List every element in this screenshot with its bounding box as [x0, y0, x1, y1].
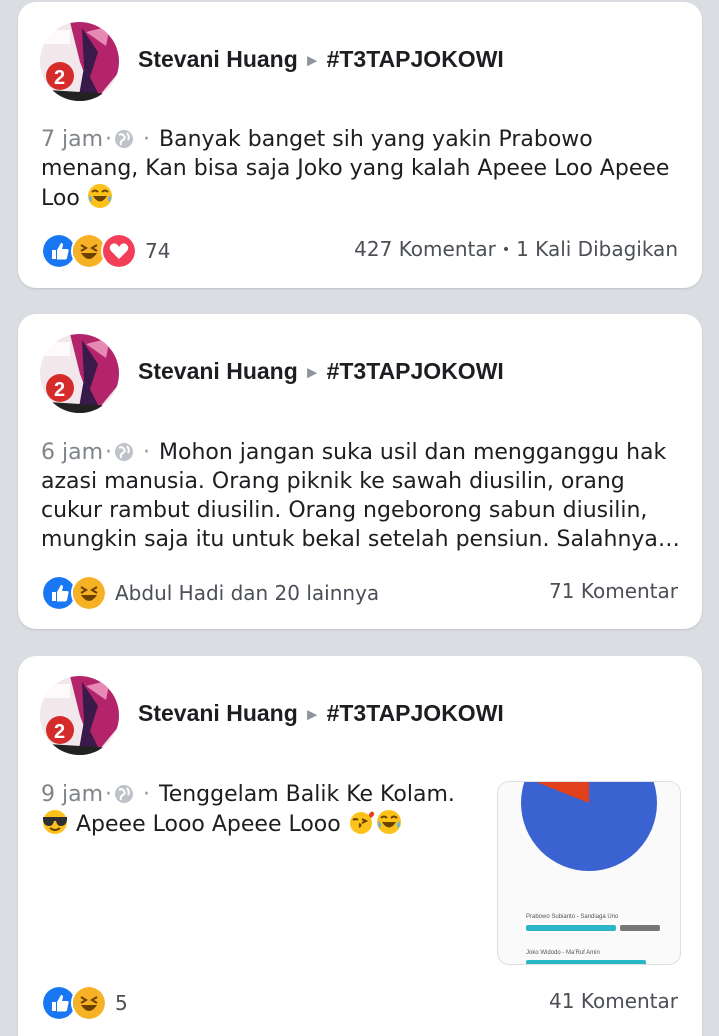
globe-icon	[115, 443, 134, 461]
triangle-arrow-icon: ►	[303, 51, 321, 70]
engagement-stats: 427 Komentar • 1 Kali Dibagikan	[354, 237, 678, 261]
author-avatar[interactable]: 2	[40, 334, 119, 413]
post-footer: 5 41 Komentar	[41, 985, 678, 1021]
post-time[interactable]: 7 jam	[41, 127, 103, 152]
attachment-bar-2	[526, 960, 646, 964]
post-text: 7 jam· · Banyak banget sih yang yakin Pr…	[41, 125, 684, 213]
separator-dot: ·	[105, 127, 113, 152]
post-text: 6 jam· · Mohon jangan suka usil dan meng…	[41, 438, 684, 554]
author-name[interactable]: Stevani Huang	[138, 358, 298, 384]
engagement-stats: 41 Komentar	[549, 989, 678, 1013]
post-card: 2 Stevani Huang ► #T3TAPJOKOWI 7 jam· · Ba…	[18, 2, 702, 288]
post-header: Stevani Huang ► #T3TAPJOKOWI	[138, 358, 504, 385]
group-name[interactable]: #T3TAPJOKOWI	[327, 46, 504, 72]
post-time[interactable]: 6 jam	[41, 440, 103, 465]
attachment-legend-1: Prabowo Subianto - Sandiaga Uno	[526, 914, 619, 920]
comment-count[interactable]: 41 Komentar	[549, 989, 678, 1013]
post-card: 2 Stevani Huang ► #T3TAPJOKOWI 6 jam· · Mo…	[18, 314, 702, 629]
group-name[interactable]: #T3TAPJOKOWI	[327, 700, 504, 726]
svg-text:2: 2	[54, 67, 65, 89]
kissing-heart-emoji-icon	[349, 811, 374, 834]
author-name[interactable]: Stevani Huang	[138, 700, 298, 726]
separator-dot: ·	[136, 782, 157, 807]
separator-dot: ·	[105, 782, 113, 807]
globe-icon	[115, 785, 134, 803]
haha-reaction-icon	[71, 985, 107, 1021]
laughing-tears-emoji-icon	[87, 184, 112, 208]
separator-dot: •	[501, 242, 511, 258]
reaction-names[interactable]: Abdul Hadi dan 20 lainnya	[115, 581, 379, 605]
reaction-count[interactable]: 5	[115, 991, 128, 1015]
triangle-arrow-icon: ►	[303, 705, 321, 724]
comment-count[interactable]: 427 Komentar	[354, 237, 496, 261]
avatar-image: 2	[40, 22, 119, 101]
laughing-tears-emoji-icon	[376, 810, 401, 834]
triangle-arrow-icon: ►	[303, 363, 321, 382]
svg-text:2: 2	[54, 379, 65, 401]
comment-count[interactable]: 71 Komentar	[549, 579, 678, 603]
reaction-summary[interactable]: 5	[41, 985, 128, 1021]
pie-chart-image	[521, 782, 657, 871]
separator-dot: ·	[105, 440, 113, 465]
post-footer: 74 427 Komentar • 1 Kali Dibagikan	[41, 233, 678, 269]
post-time[interactable]: 9 jam	[41, 782, 103, 807]
author-name[interactable]: Stevani Huang	[138, 46, 298, 72]
attached-image-thumbnail[interactable]: Prabowo Subianto - Sandiaga Uno Joko Wid…	[497, 781, 681, 965]
post-body-line1: Tenggelam Balik Ke Kolam.	[159, 782, 455, 807]
separator-dot: ·	[136, 127, 157, 152]
group-name[interactable]: #T3TAPJOKOWI	[327, 358, 504, 384]
post-header: Stevani Huang ► #T3TAPJOKOWI	[138, 700, 504, 727]
author-avatar[interactable]: 2	[40, 22, 119, 101]
engagement-stats: 71 Komentar	[549, 579, 678, 603]
attachment-bar-1	[526, 925, 616, 931]
attachment-legend-2: Joko Widodo - Ma'Ruf Amin	[526, 950, 600, 956]
reaction-summary[interactable]: 74	[41, 233, 170, 269]
share-count[interactable]: 1 Kali Dibagikan	[516, 237, 678, 261]
post-body-line2: Apeee Looo Apeee Looo	[76, 812, 341, 837]
love-reaction-icon	[101, 233, 137, 269]
post-footer: Abdul Hadi dan 20 lainnya 71 Komentar	[41, 575, 678, 611]
avatar-image: 2	[40, 676, 119, 755]
attachment-bar-1b	[620, 925, 660, 931]
separator-dot: ·	[136, 440, 157, 465]
haha-reaction-icon	[71, 575, 107, 611]
post-text: 9 jam· · Tenggelam Balik Ke Kolam. Apeee…	[41, 780, 472, 839]
sunglasses-emoji-icon	[43, 810, 67, 834]
globe-icon	[115, 130, 134, 148]
reaction-summary[interactable]: Abdul Hadi dan 20 lainnya	[41, 575, 379, 611]
author-avatar[interactable]: 2	[40, 676, 119, 755]
reaction-count[interactable]: 74	[145, 239, 170, 263]
post-header: Stevani Huang ► #T3TAPJOKOWI	[138, 46, 504, 73]
svg-text:2: 2	[54, 721, 65, 743]
post-card: 2 Stevani Huang ► #T3TAPJOKOWI 9 jam· · Te…	[18, 656, 702, 1036]
avatar-image: 2	[40, 334, 119, 413]
